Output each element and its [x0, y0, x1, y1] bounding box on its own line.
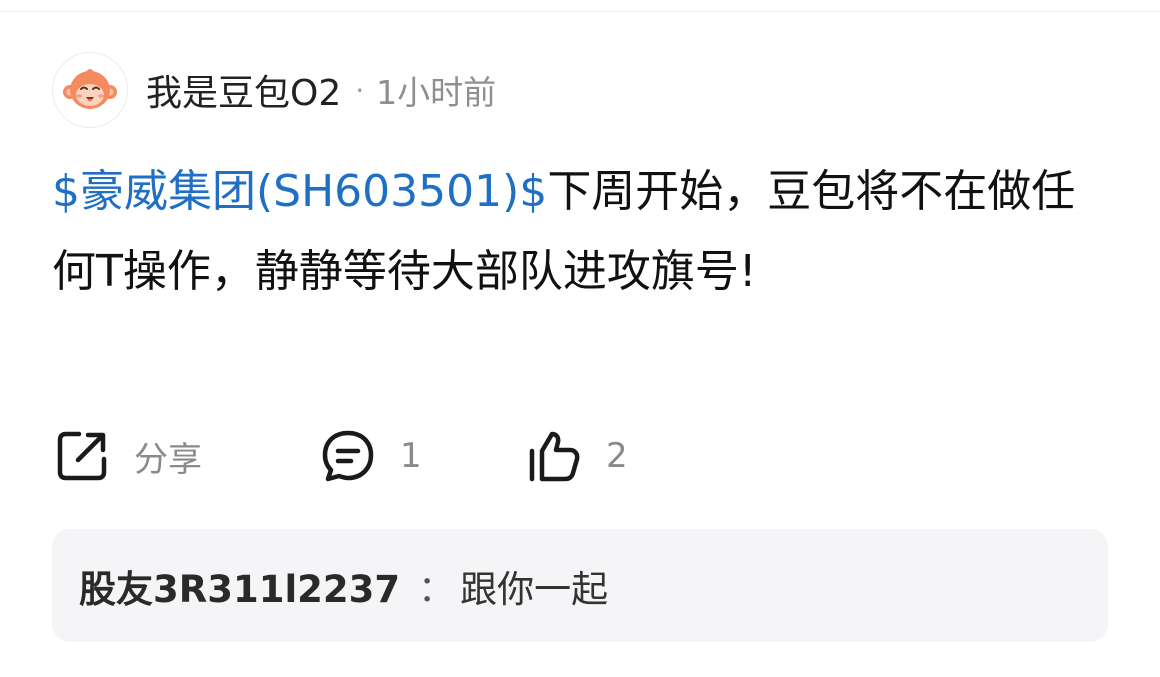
- comment-count: 1: [400, 436, 422, 476]
- comment-button[interactable]: 1: [318, 426, 524, 486]
- thumbs-up-icon: [529, 431, 580, 482]
- stock-tag-link[interactable]: $豪威集团(SH603501)$: [52, 166, 547, 217]
- share-label: 分享: [134, 439, 202, 480]
- author-name[interactable]: 我是豆包O2: [146, 64, 341, 116]
- like-count: 2: [606, 436, 628, 476]
- comment-separator: ：: [418, 568, 455, 610]
- monkey-avatar-icon: [63, 69, 117, 109]
- comment-preview[interactable]: 股友3R311l2237 ： 跟你一起: [52, 529, 1108, 642]
- like-button[interactable]: 2: [524, 426, 628, 486]
- comment-icon: [322, 430, 374, 482]
- post-content: $豪威集团(SH603501)$下周开始，豆包将不在做任何T操作，静静等待大部队…: [52, 152, 1112, 312]
- meta-separator: ·: [355, 73, 365, 107]
- share-button[interactable]: 分享: [52, 426, 318, 486]
- avatar[interactable]: [52, 52, 128, 128]
- comment-text: 跟你一起: [460, 567, 609, 611]
- action-bar: 分享 1 2: [52, 422, 628, 490]
- post-time: 1小时前: [376, 73, 497, 112]
- share-icon: [57, 431, 107, 481]
- post-header: 我是豆包O2 · 1小时前: [52, 52, 496, 128]
- top-divider: [0, 0, 1160, 12]
- commenter-name[interactable]: 股友3R311l2237: [79, 559, 400, 613]
